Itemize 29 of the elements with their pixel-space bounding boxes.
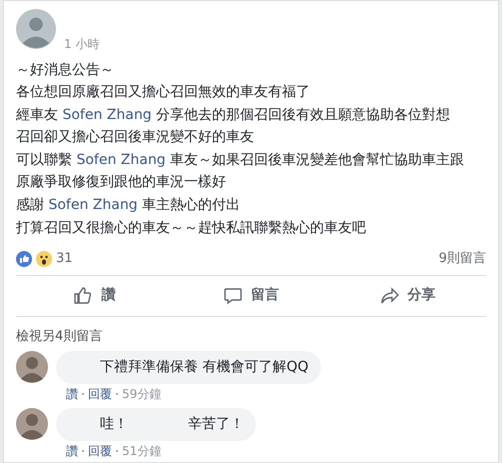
comment-text: 哇！ <box>100 414 128 434</box>
post-paragraph: 打算召回又很擔心的車友～～趕快私訊聯繫熱心的車友吧 <box>16 219 367 238</box>
post-paragraph: 可以聯繫 Sofen Zhang 車友～如果召回後車況變差他會幫忙協助車主跟 原廠爭取修復到跟他的車況一樣好 <box>16 151 466 192</box>
view-more-comments-link[interactable]: 檢視另4則留言 <box>16 328 102 344</box>
comment-button[interactable]: 留言 <box>172 280 330 312</box>
comment-text: 下禮拜準備保養 有機會可了解QQ <box>100 358 308 376</box>
avatar[interactable] <box>16 350 48 382</box>
like-link[interactable]: 讚 <box>66 386 78 402</box>
wow-reaction-icon <box>36 250 52 267</box>
reaction-count[interactable]: 31 <box>56 249 73 268</box>
mention-link[interactable]: Sofen Zhang <box>62 107 152 123</box>
speech-bubble-icon <box>222 286 243 306</box>
like-button[interactable]: 讚 <box>16 280 173 312</box>
mention-link[interactable]: Sofen Zhang <box>48 197 138 213</box>
comment-count[interactable]: 9則留言 <box>438 249 486 268</box>
post-paragraph: 感謝 Sofen Zhang 車主熱心的付出 <box>16 196 242 215</box>
thumbs-up-icon <box>73 286 94 306</box>
share-button[interactable]: 分享 <box>329 280 486 312</box>
avatar[interactable] <box>16 408 48 440</box>
reply-link[interactable]: 回覆 <box>88 386 112 402</box>
avatar[interactable] <box>16 9 56 49</box>
reply-link[interactable]: 回覆 <box>88 442 112 458</box>
like-reaction-icon <box>16 250 32 267</box>
post-paragraph: 經車友 Sofen Zhang 分享他去的那個召回後有效且願意協助各位對想 召回卻又擔心召回後車況變不好的車友 <box>16 106 452 147</box>
like-link[interactable]: 讚 <box>66 442 78 458</box>
comment-text: 辛苦了！ <box>188 414 244 434</box>
mention-link[interactable]: Sofen Zhang <box>76 152 166 168</box>
post-paragraph: ～好消息公告～ 各位想回原廠召回又擔心召回無效的車友有福了 <box>16 61 311 102</box>
share-arrow-icon <box>380 286 400 306</box>
